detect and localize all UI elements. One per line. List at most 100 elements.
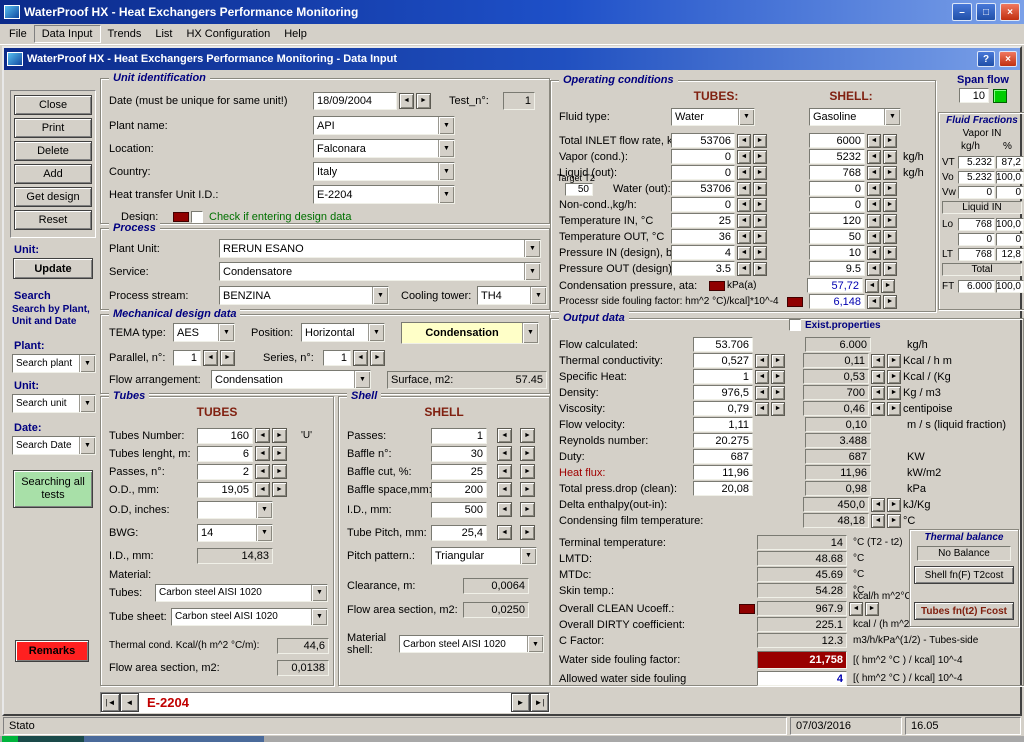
spin-left-icon[interactable]: ◄ bbox=[255, 428, 270, 443]
spin-right-icon[interactable]: ► bbox=[272, 464, 287, 479]
shell-value-field[interactable]: 0 bbox=[809, 197, 865, 212]
spin-left-icon[interactable]: ◄ bbox=[497, 482, 512, 497]
spin-right-icon[interactable]: ► bbox=[771, 385, 785, 400]
spin-right-icon[interactable]: ► bbox=[771, 369, 785, 384]
spin-left-icon[interactable]: ◄ bbox=[865, 278, 879, 293]
tubes-value-field[interactable]: 0 bbox=[671, 149, 735, 164]
exist-properties-checkbox[interactable] bbox=[789, 319, 801, 331]
shell-passes-field[interactable]: 1 bbox=[431, 427, 487, 444]
shell-id-mm-field[interactable]: 500 bbox=[431, 501, 487, 518]
dropdown-arrow-icon[interactable]: ▼ bbox=[524, 263, 540, 280]
spin-right-icon[interactable]: ► bbox=[883, 229, 897, 244]
span-flow-field[interactable]: 10 bbox=[959, 88, 989, 103]
spin-left-icon[interactable]: ◄ bbox=[497, 525, 512, 540]
spin-left-icon[interactable]: ◄ bbox=[737, 181, 751, 196]
spin-right-icon[interactable]: ► bbox=[370, 349, 385, 366]
spin-left-icon[interactable]: ◄ bbox=[867, 165, 881, 180]
tubes-value-field[interactable]: 3.5 bbox=[671, 261, 735, 276]
location-dropdown[interactable]: Falconara ▼ bbox=[313, 139, 455, 158]
spin-right-icon[interactable]: ► bbox=[887, 401, 901, 416]
dropdown-arrow-icon[interactable]: ▼ bbox=[372, 287, 388, 304]
spin-right-icon[interactable]: ► bbox=[887, 369, 901, 384]
heat-transfer-unit-id-dropdown[interactable]: E-2204 ▼ bbox=[313, 185, 455, 204]
spin-right-icon[interactable]: ► bbox=[883, 133, 897, 148]
process-stream-dropdown[interactable]: BENZINA ▼ bbox=[219, 286, 389, 305]
shell-value-field[interactable]: 0 bbox=[809, 181, 865, 196]
shell-material-dropdown[interactable]: Carbon steel AISI 1020 ▼ bbox=[399, 635, 544, 653]
dropdown-arrow-icon[interactable]: ▼ bbox=[520, 547, 536, 564]
spin-right-icon[interactable]: ► bbox=[883, 261, 897, 276]
remarks-button[interactable]: Remarks bbox=[15, 640, 89, 662]
spin-right-icon[interactable]: ► bbox=[883, 294, 897, 309]
fluid-type-shell-dropdown[interactable]: Gasoline ▼ bbox=[809, 107, 901, 126]
maximize-button[interactable]: □ bbox=[976, 3, 996, 21]
spin-right-icon[interactable]: ► bbox=[416, 92, 431, 109]
menu-help[interactable]: Help bbox=[277, 26, 314, 42]
baffle-number-field[interactable]: 30 bbox=[431, 445, 487, 462]
spin-right-icon[interactable]: ► bbox=[753, 229, 767, 244]
spin-left-icon[interactable]: ◄ bbox=[755, 385, 769, 400]
spin-left-icon[interactable]: ◄ bbox=[867, 261, 881, 276]
last-record-button[interactable]: ►| bbox=[530, 693, 549, 712]
spin-left-icon[interactable]: ◄ bbox=[871, 385, 885, 400]
spin-right-icon[interactable]: ► bbox=[520, 428, 535, 443]
spin-left-icon[interactable]: ◄ bbox=[255, 446, 270, 461]
menu-trends[interactable]: Trends bbox=[101, 26, 149, 42]
menu-file[interactable]: File bbox=[2, 26, 34, 42]
spin-left-icon[interactable]: ◄ bbox=[737, 149, 751, 164]
spin-right-icon[interactable]: ► bbox=[753, 213, 767, 228]
menu-list[interactable]: List bbox=[148, 26, 179, 42]
next-record-button[interactable]: ► bbox=[511, 693, 530, 712]
shell-value-field[interactable]: 5232 bbox=[809, 149, 865, 164]
tubes-value-field[interactable]: 36 bbox=[671, 229, 735, 244]
spin-right-icon[interactable]: ► bbox=[887, 353, 901, 368]
spin-left-icon[interactable]: ◄ bbox=[353, 349, 368, 366]
tubes-value-field[interactable]: 0 bbox=[671, 197, 735, 212]
tubes-bwg-dropdown[interactable]: 14 ▼ bbox=[197, 523, 273, 542]
dropdown-arrow-icon[interactable]: ▼ bbox=[738, 108, 754, 125]
tubes-material-dropdown[interactable]: Carbon steel AISI 1020 ▼ bbox=[155, 583, 328, 602]
spin-left-icon[interactable]: ◄ bbox=[867, 245, 881, 260]
spin-left-icon[interactable]: ◄ bbox=[867, 213, 881, 228]
fluid-type-tubes-dropdown[interactable]: Water ▼ bbox=[671, 107, 755, 126]
spin-left-icon[interactable]: ◄ bbox=[203, 349, 218, 366]
spin-left-icon[interactable]: ◄ bbox=[737, 165, 751, 180]
shell-value-field[interactable]: 120 bbox=[809, 213, 865, 228]
allowed-fouling-field[interactable]: 4 bbox=[757, 671, 847, 686]
spin-left-icon[interactable]: ◄ bbox=[737, 133, 751, 148]
service-dropdown[interactable]: Condensatore ▼ bbox=[219, 262, 541, 281]
tubes-fcost-button[interactable]: Tubes fn(t2) Fcost bbox=[914, 602, 1014, 620]
spin-right-icon[interactable]: ► bbox=[272, 428, 287, 443]
date-field[interactable]: 18/09/2004 bbox=[313, 91, 397, 110]
search-all-tests-button[interactable]: Searching all tests bbox=[13, 470, 93, 508]
dropdown-arrow-icon[interactable]: ▼ bbox=[79, 355, 95, 372]
reset-button[interactable]: Reset bbox=[14, 210, 92, 230]
dropdown-arrow-icon[interactable]: ▼ bbox=[79, 437, 95, 454]
spin-right-icon[interactable]: ► bbox=[753, 149, 767, 164]
spin-right-icon[interactable]: ► bbox=[771, 353, 785, 368]
spin-left-icon[interactable]: ◄ bbox=[755, 353, 769, 368]
dropdown-arrow-icon[interactable]: ▼ bbox=[530, 287, 546, 304]
condensation-pressure-field[interactable]: 57,72 bbox=[807, 278, 863, 293]
tube-pitch-field[interactable]: 25,4 bbox=[431, 524, 487, 541]
spin-left-icon[interactable]: ◄ bbox=[737, 213, 751, 228]
delete-button[interactable]: Delete bbox=[14, 141, 92, 161]
tubes-value-field[interactable]: 53706 bbox=[671, 181, 735, 196]
spin-left-icon[interactable]: ◄ bbox=[497, 464, 512, 479]
tubes-od-inches-dropdown[interactable]: ▼ bbox=[197, 500, 273, 519]
spin-right-icon[interactable]: ► bbox=[753, 245, 767, 260]
shell-value-field[interactable]: 50 bbox=[809, 229, 865, 244]
tubes-number-field[interactable]: 160 bbox=[197, 427, 253, 444]
menu-hx-configuration[interactable]: HX Configuration bbox=[179, 26, 277, 42]
spin-left-icon[interactable]: ◄ bbox=[867, 149, 881, 164]
spin-left-icon[interactable]: ◄ bbox=[255, 464, 270, 479]
design-checkbox[interactable] bbox=[191, 210, 203, 223]
dropdown-arrow-icon[interactable]: ▼ bbox=[438, 186, 454, 203]
spin-right-icon[interactable]: ► bbox=[272, 482, 287, 497]
spin-right-icon[interactable]: ► bbox=[887, 385, 901, 400]
process-fouling-field[interactable]: 6,148 bbox=[809, 294, 865, 309]
spin-left-icon[interactable]: ◄ bbox=[867, 133, 881, 148]
shell-value-field[interactable]: 10 bbox=[809, 245, 865, 260]
spin-left-icon[interactable]: ◄ bbox=[255, 482, 270, 497]
spin-left-icon[interactable]: ◄ bbox=[399, 92, 414, 109]
